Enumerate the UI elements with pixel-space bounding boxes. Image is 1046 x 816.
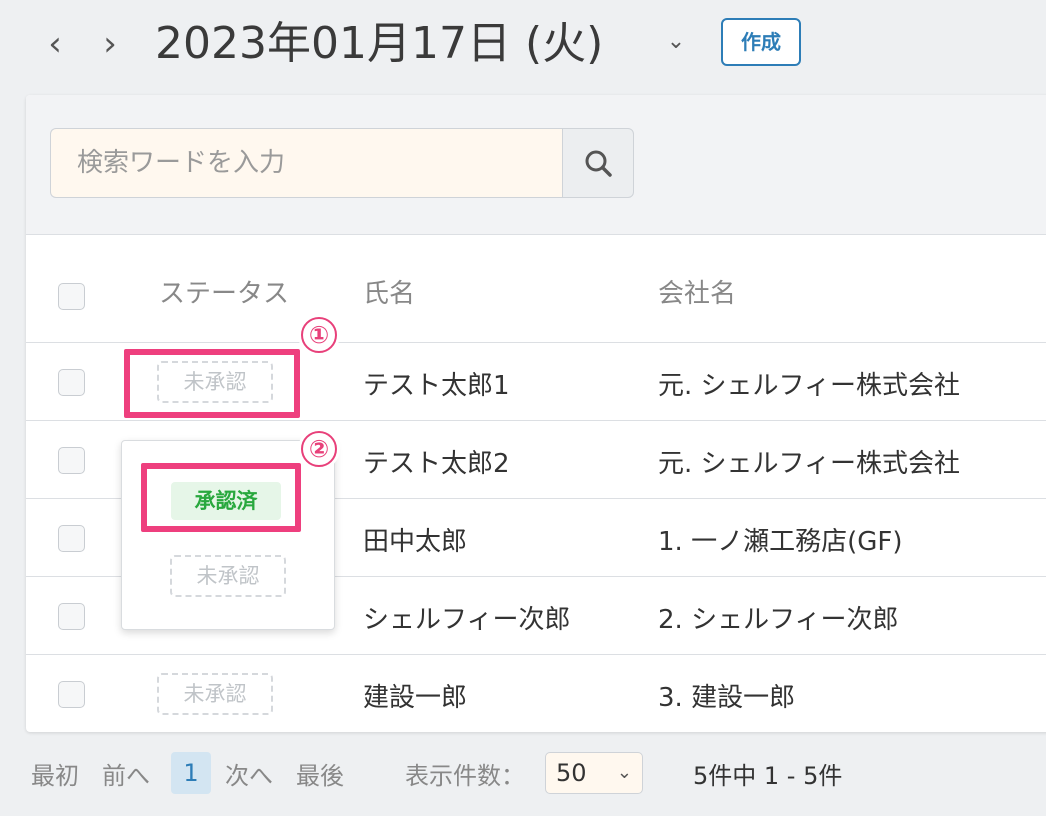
search-bar <box>26 95 1046 235</box>
row-company: 2. シェルフィー次郎 <box>658 605 899 635</box>
row-checkbox[interactable] <box>58 525 85 552</box>
date-header: ‹ › 2023年01月17日 (火) ⌄ 作成 <box>0 0 1046 90</box>
search-button[interactable] <box>562 128 634 198</box>
pagination: 最初 前へ 1 次へ 最後 表示件数： 50 ⌄ 5件中 1 - 5件 <box>0 740 1046 806</box>
row-name: 建設一郎 <box>363 683 468 713</box>
per-page-value: 50 <box>556 759 587 787</box>
page-last-link[interactable]: 最後 <box>296 756 344 791</box>
chevron-down-icon[interactable]: ⌄ <box>660 26 692 58</box>
row-company: 3. 建設一郎 <box>658 683 796 713</box>
search-icon <box>585 150 612 177</box>
column-header-company[interactable]: 会社名 <box>658 273 736 310</box>
row-name: シェルフィー次郎 <box>363 605 571 635</box>
row-name: テスト太郎2 <box>363 449 510 479</box>
row-company: 元. シェルフィー株式会社 <box>658 371 961 401</box>
row-company: 1. 一ノ瀬工務店(GF) <box>658 527 903 557</box>
chevron-right-icon[interactable]: › <box>95 24 125 64</box>
row-checkbox[interactable] <box>58 369 85 396</box>
select-all-checkbox[interactable] <box>58 283 85 310</box>
annotation-marker-1: ① <box>301 317 337 353</box>
per-page-label: 表示件数： <box>405 762 525 790</box>
page-next-link[interactable]: 次へ <box>225 756 273 791</box>
chevron-down-icon: ⌄ <box>616 762 632 783</box>
date-title: 2023年01月17日 (火) <box>155 18 604 69</box>
page-current[interactable]: 1 <box>171 752 211 794</box>
table-header: ステータス 氏名 会社名 <box>26 235 1046 343</box>
per-page-select[interactable]: 50 ⌄ <box>545 752 643 794</box>
status-badge-unapproved[interactable]: 未承認 <box>157 673 273 715</box>
row-company: 元. シェルフィー株式会社 <box>658 449 961 479</box>
annotation-marker-2: ② <box>301 431 337 467</box>
row-checkbox[interactable] <box>58 681 85 708</box>
page-prev-link[interactable]: 前へ <box>102 756 150 791</box>
column-header-status[interactable]: ステータス <box>159 273 289 310</box>
row-name: テスト太郎1 <box>363 371 510 401</box>
search-input[interactable] <box>50 128 562 198</box>
column-header-name[interactable]: 氏名 <box>363 273 415 310</box>
chevron-left-icon[interactable]: ‹ <box>40 24 70 64</box>
annotation-box-1 <box>124 349 300 418</box>
table-row[interactable]: 未承認 建設一郎 3. 建設一郎 <box>26 655 1046 732</box>
create-button[interactable]: 作成 <box>721 18 801 66</box>
annotation-box-2 <box>141 463 301 532</box>
page-first-link[interactable]: 最初 <box>31 756 79 791</box>
status-option-unapproved[interactable]: 未承認 <box>170 555 286 597</box>
row-name: 田中太郎 <box>363 527 468 557</box>
row-checkbox[interactable] <box>58 603 85 630</box>
row-checkbox[interactable] <box>58 447 85 474</box>
result-summary: 5件中 1 - 5件 <box>693 762 843 790</box>
